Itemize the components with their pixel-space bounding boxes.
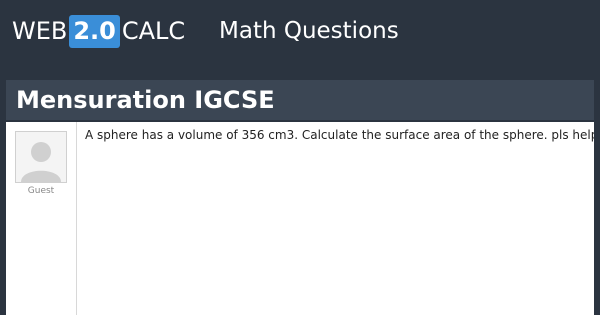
page-title: Mensuration IGCSE	[16, 86, 275, 114]
question-text: A sphere has a volume of 356 cm3. Calcul…	[85, 128, 594, 142]
post-user-column: Guest	[6, 122, 77, 315]
default-user-icon	[16, 132, 66, 182]
logo-web-text: WEB	[12, 17, 68, 45]
nav-math-questions-link[interactable]: Math Questions	[219, 14, 399, 48]
logo-version-badge: 2.0	[69, 14, 120, 48]
post-author-name: Guest	[27, 186, 55, 196]
logo-calc-text: CALC	[121, 17, 186, 45]
question-post: Guest A sphere has a volume of 356 cm3. …	[6, 122, 594, 315]
avatar	[15, 131, 67, 183]
title-bar: Mensuration IGCSE	[6, 80, 594, 120]
site-logo[interactable]: WEB 2.0 CALC	[12, 14, 185, 48]
site-header: WEB 2.0 CALC Math Questions	[0, 0, 600, 62]
